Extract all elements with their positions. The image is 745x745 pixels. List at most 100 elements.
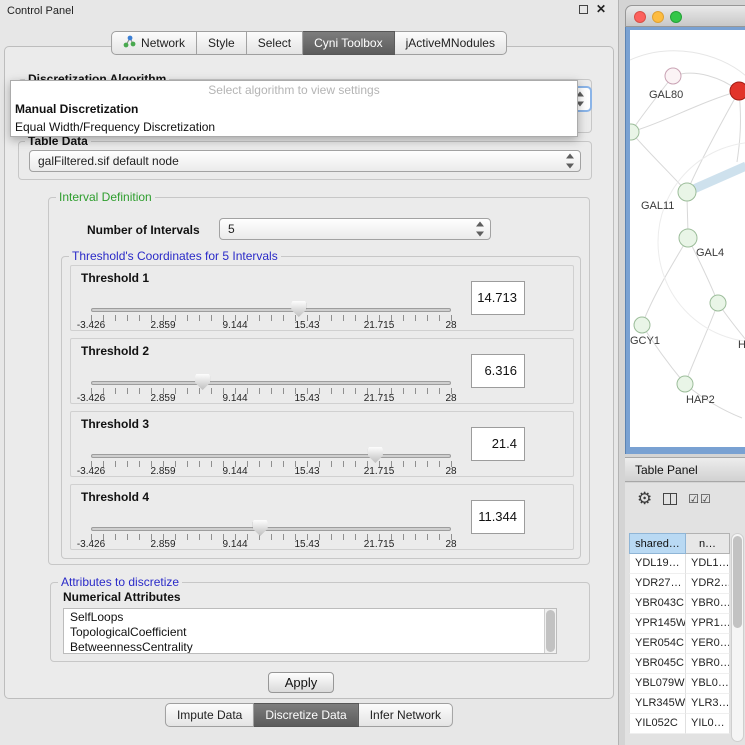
tab-style[interactable]: Style — [197, 31, 247, 55]
slider-scale: -3.4262.8599.14415.4321.71528 — [91, 393, 451, 405]
attribute-item[interactable]: TopologicalCoefficient — [70, 625, 542, 640]
table-cell[interactable]: YBL0… — [686, 674, 730, 694]
threshold-3-panel: Threshold 3 -3.4262.8599.14415.4321.7152… — [70, 411, 574, 477]
table-row[interactable]: YIL052CYIL0… — [629, 714, 730, 734]
slider-scale-label: -3.426 — [77, 539, 105, 550]
column-header-name[interactable]: n… — [686, 533, 730, 554]
algorithm-option[interactable]: Manual Discretization — [11, 100, 577, 118]
column-header-shared-name[interactable]: shared… — [629, 533, 686, 554]
threshold-2-slider-track[interactable] — [91, 381, 451, 385]
tab-network[interactable]: Network — [111, 31, 197, 55]
network-node[interactable] — [677, 376, 693, 392]
threshold-3-value-field[interactable]: 21.4 — [471, 427, 525, 461]
slider-scale-label: -3.426 — [77, 320, 105, 331]
network-node-label: GAL80 — [649, 89, 683, 101]
table-cell[interactable]: YBR045C — [629, 654, 686, 674]
close-traffic-light-icon[interactable] — [634, 11, 646, 23]
interval-definition-group: Number of Intervals 5 Threshold 1 -3.426… — [48, 197, 590, 565]
table-cell[interactable]: YBR043C — [629, 594, 686, 614]
table-cell[interactable]: YLR3… — [686, 694, 730, 714]
attribute-item[interactable]: SelfLoops — [70, 610, 542, 625]
network-view-window: GAL80GAL11GAL4GCY1HAP2H — [625, 5, 745, 454]
tab-cyni-toolbox[interactable]: Cyni Toolbox — [303, 31, 394, 55]
table-panel-header: Table Panel — [625, 457, 745, 482]
control-panel-titlebar: Control Panel ✕ — [0, 0, 618, 22]
table-cell[interactable]: YER054C — [629, 634, 686, 654]
table-cell[interactable]: YPR1… — [686, 614, 730, 634]
tab-label: Impute Data — [177, 708, 242, 722]
network-canvas[interactable]: GAL80GAL11GAL4GCY1HAP2H — [630, 30, 745, 447]
columns-icon[interactable] — [663, 493, 677, 505]
table-panel-title: Table Panel — [635, 463, 698, 477]
tab-select[interactable]: Select — [247, 31, 303, 55]
apply-button[interactable]: Apply — [268, 672, 334, 693]
bottom-tab-bar: Impute Data Discretize Data Infer Network — [165, 703, 453, 727]
tab-infer-network[interactable]: Infer Network — [359, 703, 453, 727]
table-cell[interactable]: YDL19… — [629, 554, 686, 574]
zoom-traffic-light-icon[interactable] — [670, 11, 682, 23]
tab-label: Infer Network — [370, 708, 441, 722]
threshold-4-panel: Threshold 4 -3.4262.8599.14415.4321.7152… — [70, 484, 574, 550]
table-cell[interactable]: YER0… — [686, 634, 730, 654]
table-row[interactable]: YDR27…YDR2… — [629, 574, 730, 594]
minimize-traffic-light-icon[interactable] — [652, 11, 664, 23]
table-row[interactable]: YLR345WYLR3… — [629, 694, 730, 714]
threshold-3-slider-track[interactable] — [91, 454, 451, 458]
table-cell[interactable]: YDL1… — [686, 554, 730, 574]
threshold-1-slider-track[interactable] — [91, 308, 451, 312]
threshold-1-value-field[interactable]: 14.713 — [471, 281, 525, 315]
combo-stepper-icon[interactable] — [475, 222, 485, 237]
network-node[interactable] — [665, 68, 681, 84]
minimize-icon[interactable] — [579, 5, 588, 14]
attribute-item[interactable]: BetweennessCentrality — [70, 640, 542, 654]
table-row[interactable]: YPR145WYPR1… — [629, 614, 730, 634]
network-window-titlebar[interactable] — [625, 5, 745, 27]
table-data-combobox[interactable]: galFiltered.sif default node — [29, 150, 581, 172]
network-node[interactable] — [634, 317, 650, 333]
threshold-4-slider-track[interactable] — [91, 527, 451, 531]
table-cell[interactable]: YDR2… — [686, 574, 730, 594]
table-header-row: shared… n… — [629, 533, 730, 554]
table-cell[interactable]: YPR145W — [629, 614, 686, 634]
threshold-2-value-field[interactable]: 6.316 — [471, 354, 525, 388]
scrollbar-thumb[interactable] — [733, 536, 742, 628]
numerical-attributes-list[interactable]: SelfLoopsTopologicalCoefficientBetweenne… — [63, 608, 557, 654]
algorithm-option[interactable]: Equal Width/Frequency Discretization — [11, 118, 577, 136]
gear-icon[interactable]: ⚙ — [637, 489, 652, 509]
table-row[interactable]: YBR045CYBR0… — [629, 654, 730, 674]
combo-stepper-icon[interactable] — [565, 154, 575, 169]
select-columns-checkbox-icons[interactable]: ☑☑ — [688, 492, 712, 506]
table-row[interactable]: YBR043CYBR0… — [629, 594, 730, 614]
slider-scale-label: 2.859 — [150, 320, 175, 331]
table-cell[interactable]: YIL052C — [629, 714, 686, 734]
table-cell[interactable]: YBL079W — [629, 674, 686, 694]
attributes-scrollbar[interactable] — [544, 609, 556, 653]
table-cell[interactable]: YBR0… — [686, 594, 730, 614]
table-cell[interactable]: YLR345W — [629, 694, 686, 714]
number-of-intervals-combobox[interactable]: 5 — [219, 218, 491, 240]
slider-scale: -3.4262.8599.14415.4321.71528 — [91, 320, 451, 332]
table-scrollbar[interactable] — [731, 533, 744, 742]
network-node[interactable] — [730, 82, 745, 100]
network-node[interactable] — [630, 124, 639, 140]
table-cell[interactable]: YIL0… — [686, 714, 730, 734]
slider-scale-label: 28 — [445, 466, 456, 477]
table-row[interactable]: YDL19…YDL1… — [629, 554, 730, 574]
close-icon[interactable]: ✕ — [596, 5, 606, 14]
scrollbar-thumb[interactable] — [546, 610, 555, 652]
network-node[interactable] — [678, 183, 696, 201]
threshold-4-value-field[interactable]: 11.344 — [471, 500, 525, 534]
network-node[interactable] — [710, 295, 726, 311]
window-title: Control Panel — [7, 5, 74, 17]
algorithm-placeholder[interactable]: Select algorithm to view settings — [11, 81, 577, 100]
table-row[interactable]: YBL079WYBL0… — [629, 674, 730, 694]
table-row[interactable]: YER054CYER0… — [629, 634, 730, 654]
network-node[interactable] — [679, 229, 697, 247]
slider-scale: -3.4262.8599.14415.4321.71528 — [91, 466, 451, 478]
tab-jactivemnodules[interactable]: jActiveMNodules — [395, 31, 507, 55]
tab-impute-data[interactable]: Impute Data — [165, 703, 254, 727]
table-cell[interactable]: YBR0… — [686, 654, 730, 674]
tab-discretize-data[interactable]: Discretize Data — [254, 703, 358, 727]
network-canvas-svg: GAL80GAL11GAL4GCY1HAP2H — [630, 30, 745, 446]
table-cell[interactable]: YDR27… — [629, 574, 686, 594]
